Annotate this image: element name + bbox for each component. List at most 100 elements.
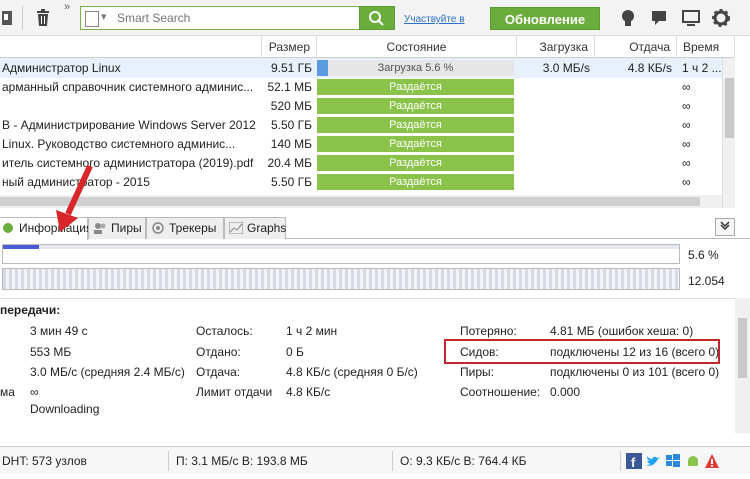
status-label: Раздаётся	[389, 100, 442, 112]
status-badge: Загрузка 5.6 %	[317, 60, 514, 76]
torrent-download-speed	[520, 172, 590, 192]
transfer-value: Downloading	[30, 402, 100, 416]
column-header-download[interactable]: Загрузка	[517, 36, 595, 58]
utorrent-window: » ▾ Участвуйте в Обновление Раз	[0, 0, 750, 479]
torrent-download-speed	[520, 134, 590, 154]
column-header-size[interactable]: Размер	[262, 36, 317, 58]
gear-icon[interactable]	[711, 8, 731, 28]
scrollbar-thumb[interactable]	[725, 78, 734, 138]
downloaded-fill	[3, 245, 39, 249]
status-badge: Раздаётся	[317, 155, 514, 171]
warning-icon[interactable]	[704, 453, 720, 469]
torrent-upload-speed	[598, 96, 672, 116]
pieces-strip	[39, 245, 679, 249]
status-divider	[392, 451, 393, 471]
twitter-icon[interactable]	[645, 453, 661, 469]
transfer-value: 0 Б	[286, 345, 304, 359]
torrent-eta: ∞	[682, 156, 691, 170]
torrent-list-hscrollbar[interactable]	[0, 195, 722, 208]
status-label: Раздаётся	[389, 157, 442, 169]
participate-link[interactable]: Участвуйте в	[404, 14, 465, 28]
torrent-eta: 1 ч 2 ...	[682, 61, 722, 75]
monitor-icon[interactable]	[681, 8, 701, 28]
torrent-name: арманный справочник системного админис..…	[2, 80, 254, 94]
tab-trackers-label: Трекеры	[169, 221, 217, 235]
transfer-value: 4.8 КБ/с	[286, 385, 331, 399]
status-bar: DHT: 573 узлов П: 3.1 МБ/с В: 193.8 МБ О…	[0, 446, 750, 474]
torrent-icon[interactable]	[2, 9, 14, 27]
status-label: Раздаётся	[389, 176, 442, 188]
collapse-panel-button[interactable]	[715, 218, 735, 236]
column-header-upload[interactable]: Отдача	[595, 36, 677, 58]
table-row[interactable]: итель системного администратора (2019).p…	[0, 153, 722, 173]
progress-fill	[317, 60, 328, 76]
torrent-upload-speed	[598, 134, 672, 154]
status-badge: Раздаётся	[317, 136, 514, 152]
tab-trackers[interactable]: Трекеры	[146, 217, 224, 239]
torrent-eta: ∞	[682, 99, 691, 113]
target-icon	[152, 222, 164, 234]
transfer-value: 4.81 МБ (ошибок хеша: 0)	[550, 324, 694, 338]
transfer-value: ∞	[30, 385, 39, 399]
torrent-list-scrollbar[interactable]	[722, 58, 735, 208]
torrent-download-speed: 3.0 МБ/s	[542, 61, 590, 75]
transfer-label: Осталось:	[196, 324, 253, 338]
update-button[interactable]: Обновление	[490, 7, 600, 30]
torrent-name	[2, 96, 260, 116]
status-label: Раздаётся	[389, 81, 442, 93]
torrent-eta: ∞	[682, 137, 691, 151]
table-row[interactable]: 520 МБ Раздаётся ∞	[0, 96, 722, 116]
overflow-chevron-icon[interactable]: »	[64, 1, 70, 13]
svg-text:f: f	[631, 455, 636, 469]
trash-icon[interactable]	[33, 8, 53, 28]
table-row[interactable]: Linux. Руководство системного админис...…	[0, 134, 722, 154]
column-header-name[interactable]	[0, 36, 262, 58]
lightbulb-icon[interactable]	[618, 8, 638, 28]
download-status: П: 3.1 МБ/с В: 193.8 МБ	[176, 454, 308, 468]
torrent-name: Администратор Linux	[2, 61, 121, 75]
annotation-arrow-icon	[56, 164, 93, 232]
tab-peers-label: Пиры	[111, 221, 142, 235]
column-header-status[interactable]: Состояние	[317, 36, 517, 58]
upload-status: О: 9.3 КБ/с В: 764.4 КБ	[400, 454, 527, 468]
column-header-time[interactable]: Время	[677, 36, 735, 58]
torrent-name: Linux. Руководство системного админис...	[2, 137, 236, 151]
status-badge: Раздаётся	[317, 79, 514, 95]
status-label: Загрузка 5.6 %	[377, 62, 454, 74]
table-row[interactable]: арманный справочник системного админис..…	[0, 77, 722, 97]
detail-tabs: Информация Пиры Трекеры Graphs	[0, 215, 750, 240]
table-row[interactable]: ный администратор - 2015 5.50 ГБ Раздаётся…	[0, 172, 722, 192]
chevron-down-icon	[720, 221, 730, 231]
chat-icon[interactable]	[650, 8, 670, 28]
table-row[interactable]: Администратор Linux 9.51 ГБ Загрузка 5.6 %…	[0, 58, 722, 78]
transfer-title: передачи:	[0, 303, 61, 317]
dht-status: DHT: 573 узлов	[2, 454, 87, 468]
document-icon	[85, 11, 99, 27]
transfer-value: 4.8 КБ/с (средняя 0 Б/с)	[286, 365, 418, 379]
info-icon	[3, 223, 13, 233]
status-divider	[168, 451, 169, 471]
table-row[interactable]: В - Администрирование Windows Server 201…	[0, 115, 722, 135]
tab-graphs[interactable]: Graphs	[224, 217, 286, 239]
torrent-upload-speed	[598, 115, 672, 135]
transfer-label: Соотношение:	[460, 385, 541, 399]
status-badge: Раздаётся	[317, 117, 514, 133]
torrent-download-speed	[520, 96, 590, 116]
search-button[interactable]	[359, 6, 395, 30]
torrent-upload-speed: 4.8 КБ/s	[627, 61, 672, 75]
facebook-icon[interactable]: f	[626, 453, 642, 469]
chevron-down-icon[interactable]: ▾	[101, 10, 107, 23]
transfer-value: 553 МБ	[30, 345, 72, 359]
transfer-label: Отдано:	[196, 345, 241, 359]
search-input[interactable]	[117, 9, 357, 27]
hscrollbar-thumb[interactable]	[0, 197, 700, 206]
android-icon[interactable]	[685, 453, 701, 469]
torrent-download-speed	[520, 115, 590, 135]
availability-bar	[2, 268, 680, 290]
transfer-scrollbar[interactable]	[735, 298, 750, 433]
windows-icon[interactable]	[665, 453, 681, 469]
downloaded-percent: 5.6 %	[688, 248, 719, 262]
search-icon	[369, 11, 384, 26]
scrollbar-thumb[interactable]	[738, 318, 747, 378]
transfer-value: подключены 0 из 101 (всего 0)	[550, 365, 720, 379]
